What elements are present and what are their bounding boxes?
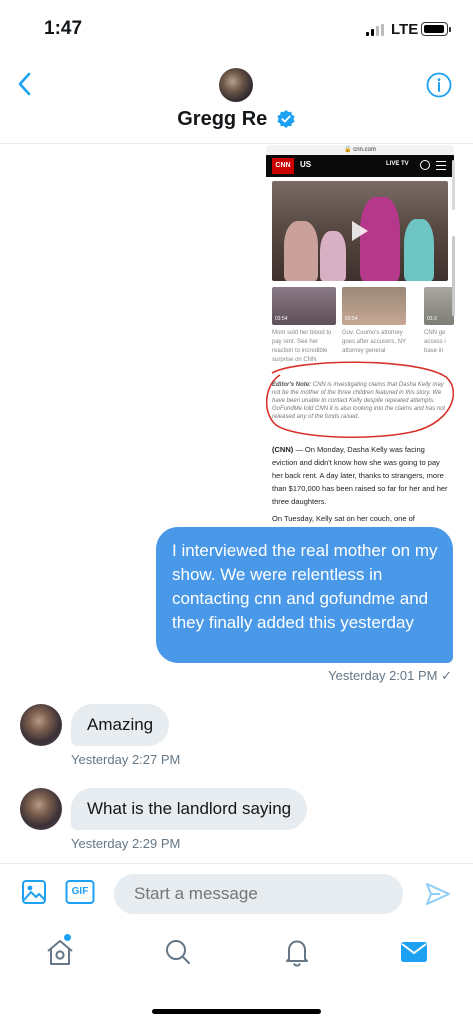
message-composer: GIF [0,863,473,923]
user-icon [420,160,430,170]
live-tv-label: LIVE TV [386,161,409,167]
sender-avatar[interactable] [20,788,62,830]
video-duration: 03:3 [427,316,437,322]
signal-icon [366,24,386,36]
image-scroll-indicator [452,236,455,316]
gif-label: GIF [71,886,89,897]
editors-note: Editor's Note: CNN is investigating clai… [272,381,450,421]
article-nav-bar: CNN US LIVE TV [266,155,454,177]
image-scroll-indicator [452,160,455,210]
message-input[interactable] [114,874,403,914]
search-icon[interactable] [162,936,194,968]
message-timestamp: Yesterday 2:29 PM [71,836,181,851]
article-text: — On Monday, Dasha Kelly was facing evic… [272,445,448,506]
video-thumbnail: 03:54 [272,287,336,325]
carrier-label: LTE [391,21,419,38]
video-caption: CNN ge access i base in [424,330,446,354]
article-text-tail: On Tuesday, Kelly sat on her couch, one … [272,514,415,523]
home-indicator [152,1009,321,1014]
contact-name-row[interactable]: Gregg Re [0,108,473,131]
video-thumbnails: 03:54 03:54 03:3 [272,287,454,327]
mail-icon[interactable] [398,936,430,968]
bottom-tab-bar [0,924,473,994]
image-icon[interactable] [20,878,48,906]
cnn-logo: CNN [272,158,294,174]
message-timestamp: Yesterday 2:27 PM [71,752,181,767]
contact-name[interactable]: Gregg Re [177,108,267,130]
article-url-bar: 🔒 cnn.com [266,145,454,155]
message-timestamp: Yesterday 2:01 PM ✓ [328,668,452,683]
editors-note-label: Editor's Note: [272,382,312,388]
send-icon[interactable] [424,880,452,908]
video-duration: 03:54 [345,316,358,322]
info-icon[interactable] [426,72,452,98]
menu-icon [436,161,446,170]
article-body: (CNN) — On Monday, Dasha Kelly was facin… [272,443,452,525]
home-icon[interactable] [44,936,76,968]
gif-icon[interactable]: GIF [65,878,95,906]
bell-icon[interactable] [281,936,313,968]
status-bar: 1:47 LTE [0,0,473,60]
article-section: US [300,160,312,169]
video-duration: 03:54 [275,316,288,322]
back-button[interactable] [12,70,40,98]
shared-image-message[interactable]: 🔒 cnn.com CNN US LIVE TV 03:54 03:54 03:… [266,145,454,531]
sender-avatar[interactable] [20,704,62,746]
video-caption: Gov. Cuomo's attorney goes after accuser… [342,330,406,354]
video-thumbnail: 03:3 [424,287,454,325]
article-hero-video [272,181,448,281]
status-time: 1:47 [44,18,83,39]
home-notification-dot [64,934,71,941]
verified-badge-icon [277,109,295,128]
conversation-header: Gregg Re [0,60,473,144]
play-icon [352,221,368,241]
article-lead: (CNN) [272,445,294,454]
video-thumbnail: 03:54 [342,287,406,325]
article-url: cnn.com [353,147,376,153]
incoming-message-bubble[interactable]: What is the landlord saying [71,788,308,830]
battery-icon [421,22,451,36]
contact-avatar[interactable] [219,68,253,102]
incoming-message-bubble[interactable]: Amazing [71,704,170,746]
outgoing-message-bubble[interactable]: I interviewed the real mother on my show… [156,527,453,663]
